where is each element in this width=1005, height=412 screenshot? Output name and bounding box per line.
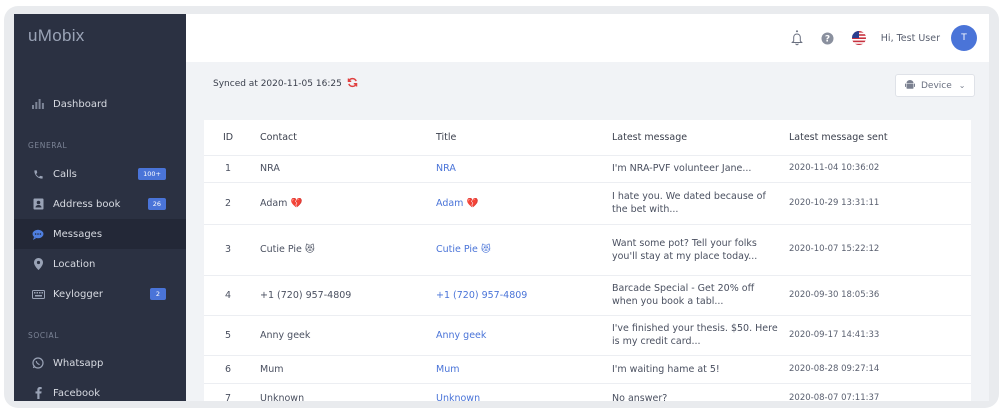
- row-id: 6: [204, 355, 252, 384]
- sidebar-item-address-book[interactable]: Address book 26: [14, 189, 186, 219]
- row-contact: +1 (720) 957-4809: [252, 275, 428, 316]
- row-title-link[interactable]: Adam 💔: [428, 182, 604, 225]
- row-id: 5: [204, 315, 252, 356]
- app-logo: uMobix: [28, 26, 85, 45]
- count-badge: 26: [147, 198, 166, 210]
- avatar[interactable]: T: [951, 25, 977, 51]
- row-sent-time: 2020-08-07 07:11:37: [781, 383, 971, 401]
- top-bar-actions: ? Hi, Test User T: [776, 14, 977, 62]
- table-row[interactable]: 5 Anny geek Anny geek I've finished your…: [204, 315, 971, 356]
- messages-table: ID Contact Title Latest message Latest m…: [204, 120, 971, 401]
- sidebar-item-messages[interactable]: Messages: [14, 219, 186, 249]
- row-sent-time: 2020-10-07 15:22:12: [781, 224, 971, 276]
- sidebar-item-label: Address book: [53, 198, 121, 210]
- column-header-latest-message[interactable]: Latest message: [604, 120, 781, 156]
- row-contact: Mum: [252, 355, 428, 384]
- row-id: 4: [204, 275, 252, 316]
- row-title-link[interactable]: NRA: [428, 155, 604, 183]
- sidebar-item-label: Calls: [53, 168, 77, 180]
- messages-panel: ID Contact Title Latest message Latest m…: [204, 120, 971, 401]
- sidebar-item-dashboard[interactable]: Dashboard: [14, 89, 186, 119]
- row-latest-message: Barcade Special - Get 20% off when you b…: [604, 275, 781, 316]
- help-icon[interactable]: ?: [818, 28, 838, 48]
- android-icon: [905, 79, 915, 93]
- count-badge: 2: [150, 288, 166, 300]
- row-id: 1: [204, 155, 252, 183]
- row-contact: Anny geek: [252, 315, 428, 356]
- svg-text:?: ?: [825, 34, 830, 44]
- row-sent-time: 2020-09-30 18:05:36: [781, 275, 971, 316]
- row-latest-message: I'm NRA-PVF volunteer Jane...: [604, 155, 781, 183]
- app-window: uMobix Dashboard GENERAL Calls 100+ Addr…: [14, 14, 989, 401]
- section-label-general: GENERAL: [28, 141, 68, 150]
- sidebar-item-label: Whatsapp: [53, 357, 104, 369]
- sidebar-item-label: Messages: [53, 228, 103, 240]
- sidebar: uMobix Dashboard GENERAL Calls 100+ Addr…: [14, 14, 186, 401]
- sidebar-item-location[interactable]: Location: [14, 249, 186, 279]
- address-book-icon: [31, 197, 45, 211]
- sidebar-item-label: Location: [53, 258, 96, 270]
- window-frame: uMobix Dashboard GENERAL Calls 100+ Addr…: [4, 6, 999, 408]
- row-latest-message: I'm waiting hame at 5!: [604, 355, 781, 384]
- table-header-row: ID Contact Title Latest message Latest m…: [204, 120, 971, 156]
- column-header-id[interactable]: ID: [204, 120, 252, 156]
- section-label-social: SOCIAL: [28, 331, 60, 340]
- location-pin-icon: [31, 257, 45, 271]
- bar-chart-icon: [31, 97, 45, 111]
- row-title-link[interactable]: Cutie Pie 😻: [428, 224, 604, 276]
- sidebar-item-whatsapp[interactable]: Whatsapp: [14, 348, 186, 378]
- row-title-link[interactable]: Mum: [428, 355, 604, 384]
- us-flag-icon[interactable]: [849, 28, 869, 48]
- sidebar-item-label: Dashboard: [53, 98, 108, 110]
- phone-icon: [31, 167, 45, 181]
- table-row[interactable]: 4 +1 (720) 957-4809 +1 (720) 957-4809 Ba…: [204, 275, 971, 316]
- row-id: 2: [204, 182, 252, 225]
- table-row[interactable]: 1 NRA NRA I'm NRA-PVF volunteer Jane... …: [204, 155, 971, 183]
- sync-status: Synced at 2020-11-05 16:25: [213, 77, 358, 91]
- sidebar-item-facebook[interactable]: Facebook: [14, 378, 186, 401]
- table-row[interactable]: 7 Unknown Unknown No answer? 2020-08-07 …: [204, 383, 971, 401]
- column-header-latest-message-sent[interactable]: Latest message sent: [781, 120, 971, 156]
- row-sent-time: 2020-10-29 13:31:11: [781, 182, 971, 225]
- chat-icon: [31, 227, 45, 241]
- table-row[interactable]: 2 Adam 💔 Adam 💔 I hate you. We dated bec…: [204, 182, 971, 225]
- top-bar: ? Hi, Test User T: [186, 14, 989, 62]
- sidebar-item-calls[interactable]: Calls 100+: [14, 159, 186, 189]
- row-contact: Cutie Pie 😻: [252, 224, 428, 276]
- bell-icon[interactable]: [787, 28, 807, 48]
- sidebar-item-label: Facebook: [53, 387, 100, 399]
- keyboard-icon: [31, 287, 45, 301]
- row-id: 3: [204, 224, 252, 276]
- row-sent-time: 2020-11-04 10:36:02: [781, 155, 971, 183]
- column-header-title[interactable]: Title: [428, 120, 604, 156]
- row-contact: Unknown: [252, 383, 428, 401]
- sidebar-item-label: Keylogger: [53, 288, 103, 300]
- row-latest-message: Want some pot? Tell your folks you'll st…: [604, 224, 781, 276]
- row-latest-message: I hate you. We dated because of the bet …: [604, 182, 781, 225]
- row-contact: Adam 💔: [252, 182, 428, 225]
- refresh-icon[interactable]: [347, 77, 358, 91]
- row-latest-message: No answer?: [604, 383, 781, 401]
- sidebar-item-keylogger[interactable]: Keylogger 2: [14, 279, 186, 309]
- count-badge: 100+: [138, 168, 166, 180]
- row-latest-message: I've finished your thesis. $50. Here is …: [604, 315, 781, 356]
- row-title-link[interactable]: Unknown: [428, 383, 604, 401]
- table-row[interactable]: 6 Mum Mum I'm waiting hame at 5! 2020-08…: [204, 355, 971, 384]
- column-header-contact[interactable]: Contact: [252, 120, 428, 156]
- row-id: 7: [204, 383, 252, 401]
- table-row[interactable]: 3 Cutie Pie 😻 Cutie Pie 😻 Want some pot?…: [204, 224, 971, 276]
- sync-bar: Synced at 2020-11-05 16:25 Device ⌄: [186, 62, 989, 102]
- row-title-link[interactable]: Anny geek: [428, 315, 604, 356]
- sync-status-text: Synced at 2020-11-05 16:25: [213, 79, 342, 89]
- row-contact: NRA: [252, 155, 428, 183]
- facebook-icon: [31, 386, 45, 400]
- user-greeting: Hi, Test User: [880, 32, 940, 44]
- chevron-down-icon: ⌄: [958, 81, 966, 90]
- row-sent-time: 2020-09-17 14:41:33: [781, 315, 971, 356]
- device-select[interactable]: Device ⌄: [895, 74, 975, 97]
- row-title-link[interactable]: +1 (720) 957-4809: [428, 275, 604, 316]
- row-sent-time: 2020-08-28 09:27:14: [781, 355, 971, 384]
- device-select-value: Device: [921, 80, 952, 91]
- whatsapp-icon: [31, 356, 45, 370]
